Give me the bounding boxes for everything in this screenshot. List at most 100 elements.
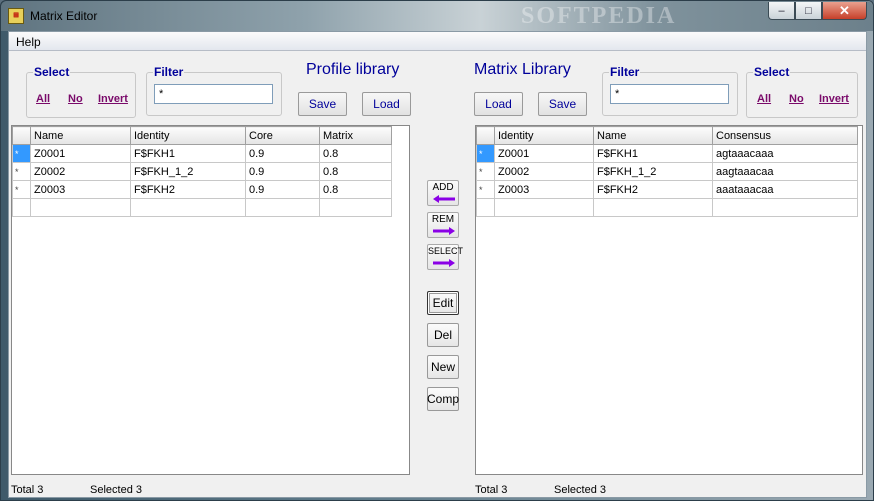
cell-name[interactable]: Z0001 (30, 144, 131, 163)
row-indicator[interactable]: * (476, 162, 495, 181)
softpedia-watermark: SOFTPEDIA (521, 3, 677, 29)
matrix-corner-cell (476, 126, 495, 145)
table-row[interactable]: * Z0001 F$FKH1 0.9 0.8 (12, 144, 392, 163)
empty-cell[interactable] (593, 198, 713, 217)
title-bar[interactable]: ▦ Matrix Editor SOFTPEDIA – □ ✕ (1, 1, 873, 31)
profile-library-grid[interactable]: Name Identity Core Matrix * Z0001 F$FKH1… (11, 125, 410, 475)
close-button[interactable]: ✕ (822, 2, 867, 20)
matrix-col-consensus[interactable]: Consensus (712, 126, 858, 145)
menu-bar: Help (9, 32, 866, 51)
comp-button[interactable]: Comp (427, 387, 459, 411)
cell-name[interactable]: F$FKH1 (593, 144, 713, 163)
edit-button[interactable]: Edit (427, 291, 459, 315)
add-button[interactable]: ADD (427, 180, 459, 206)
right-filter-input[interactable] (610, 84, 729, 104)
cell-consensus[interactable]: aaataaacaa (712, 180, 858, 199)
cell-matrix[interactable]: 0.8 (319, 180, 392, 199)
row-indicator[interactable] (12, 198, 31, 217)
row-indicator[interactable]: * (476, 144, 495, 163)
empty-cell[interactable] (319, 198, 392, 217)
row-indicator[interactable]: * (12, 144, 31, 163)
window-title: Matrix Editor (30, 9, 98, 23)
cell-identity[interactable]: Z0003 (494, 180, 594, 199)
empty-cell[interactable] (130, 198, 246, 217)
del-button[interactable]: Del (427, 323, 459, 347)
matrix-col-name[interactable]: Name (593, 126, 713, 145)
right-selected-status: Selected 3 (554, 484, 606, 496)
right-arrow-icon (433, 259, 455, 267)
table-row[interactable]: * Z0003 F$FKH2 aaataaacaa (476, 180, 858, 199)
right-select-group: Select All No Invert (746, 65, 858, 118)
minimize-button[interactable]: – (768, 2, 795, 20)
select-label: SELECT (428, 246, 464, 256)
left-select-all-link[interactable]: All (36, 93, 50, 105)
left-select-invert-link[interactable]: Invert (98, 93, 128, 105)
right-select-no-link[interactable]: No (789, 93, 804, 105)
cell-name[interactable]: Z0003 (30, 180, 131, 199)
left-filter-label: Filter (153, 65, 185, 79)
rem-label: REM (431, 214, 455, 225)
left-select-label: Select (33, 65, 71, 79)
profile-col-identity[interactable]: Identity (130, 126, 246, 145)
new-button[interactable]: New (427, 355, 459, 379)
table-row[interactable]: * Z0003 F$FKH2 0.9 0.8 (12, 180, 392, 199)
matrix-load-button[interactable]: Load (474, 92, 523, 116)
empty-cell[interactable] (494, 198, 594, 217)
select-button[interactable]: SELECT (427, 244, 464, 270)
add-label: ADD (432, 182, 454, 193)
client-area: Help Select All No Invert Filter Profile… (8, 31, 867, 498)
profile-load-button[interactable]: Load (362, 92, 411, 116)
left-total-status: Total 3 (11, 484, 44, 496)
cell-identity[interactable]: F$FKH1 (130, 144, 246, 163)
left-select-no-link[interactable]: No (68, 93, 83, 105)
table-row[interactable]: * Z0002 F$FKH_1_2 aagtaaacaa (476, 162, 858, 181)
empty-cell[interactable] (712, 198, 858, 217)
cell-identity[interactable]: Z0002 (494, 162, 594, 181)
table-row-empty[interactable] (12, 198, 392, 217)
left-filter-input[interactable] (154, 84, 273, 104)
empty-cell[interactable] (245, 198, 320, 217)
table-row[interactable]: * Z0001 F$FKH1 agtaaacaaa (476, 144, 858, 163)
cell-identity[interactable]: Z0001 (494, 144, 594, 163)
maximize-button[interactable]: □ (795, 2, 822, 20)
profile-save-button[interactable]: Save (298, 92, 347, 116)
row-indicator[interactable]: * (12, 180, 31, 199)
right-filter-label: Filter (609, 65, 641, 79)
profile-col-matrix[interactable]: Matrix (319, 126, 392, 145)
right-select-invert-link[interactable]: Invert (819, 93, 849, 105)
table-row[interactable]: * Z0002 F$FKH_1_2 0.9 0.8 (12, 162, 392, 181)
right-select-all-link[interactable]: All (757, 93, 771, 105)
cell-core[interactable]: 0.9 (245, 144, 320, 163)
table-row-empty[interactable] (476, 198, 858, 217)
matrix-library-grid[interactable]: Identity Name Consensus * Z0001 F$FKH1 a… (475, 125, 863, 475)
cell-name[interactable]: Z0002 (30, 162, 131, 181)
cell-consensus[interactable]: aagtaaacaa (712, 162, 858, 181)
matrix-col-identity[interactable]: Identity (494, 126, 594, 145)
empty-cell[interactable] (30, 198, 131, 217)
profile-col-core[interactable]: Core (245, 126, 320, 145)
row-indicator[interactable] (476, 198, 495, 217)
profile-library-title: Profile library (306, 61, 400, 78)
cell-name[interactable]: F$FKH_1_2 (593, 162, 713, 181)
profile-table-header: Name Identity Core Matrix (12, 126, 392, 145)
menu-help[interactable]: Help (16, 35, 41, 49)
cell-matrix[interactable]: 0.8 (319, 162, 392, 181)
cell-consensus[interactable]: agtaaacaaa (712, 144, 858, 163)
cell-matrix[interactable]: 0.8 (319, 144, 392, 163)
right-total-status: Total 3 (475, 484, 508, 496)
row-indicator[interactable]: * (476, 180, 495, 199)
row-indicator[interactable]: * (12, 162, 31, 181)
cell-identity[interactable]: F$FKH2 (130, 180, 246, 199)
matrix-editor-window: ▦ Matrix Editor SOFTPEDIA – □ ✕ Help Sel… (0, 0, 874, 501)
cell-core[interactable]: 0.9 (245, 180, 320, 199)
cell-core[interactable]: 0.9 (245, 162, 320, 181)
matrix-save-button[interactable]: Save (538, 92, 587, 116)
matrix-table-header: Identity Name Consensus (476, 126, 858, 145)
profile-col-name[interactable]: Name (30, 126, 131, 145)
cell-identity[interactable]: F$FKH_1_2 (130, 162, 246, 181)
cell-name[interactable]: F$FKH2 (593, 180, 713, 199)
profile-table: Name Identity Core Matrix * Z0001 F$FKH1… (12, 126, 392, 217)
right-arrow-icon (433, 227, 455, 235)
left-select-group: Select All No Invert (26, 65, 136, 118)
rem-button[interactable]: REM (427, 212, 459, 238)
